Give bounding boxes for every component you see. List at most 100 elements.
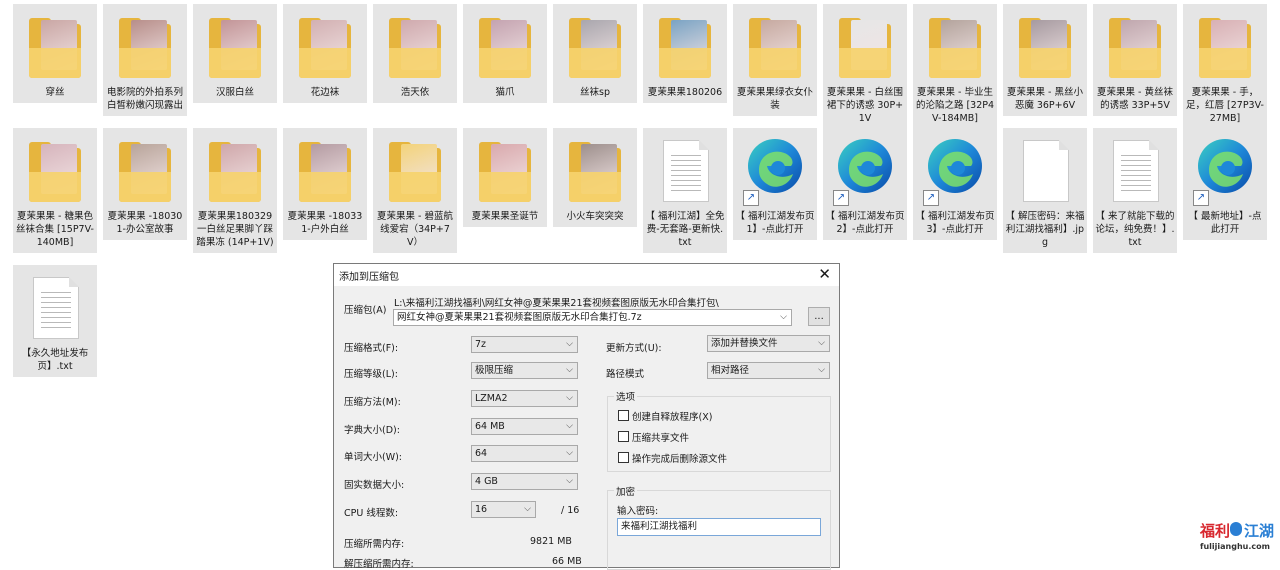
text-file-icon [23,271,87,343]
file-name: 夏茉果果 -180331-户外白丝 [287,211,363,235]
file-name: 夏茉果果180206 [647,87,723,98]
folder-icon [203,10,267,82]
password-input[interactable]: 来福利江湖找福利 [617,518,821,536]
browse-button[interactable]: ... [808,307,830,326]
file-name: 花边袜 [310,87,340,98]
file-item[interactable]: 【 福利江湖】全免费-无套路-更新快.txt [643,128,727,253]
folder-icon [1103,10,1167,82]
file-item[interactable]: ↗ 【 最新地址】-点此打开 [1183,128,1267,240]
folder-icon [833,10,897,82]
file-item[interactable]: 夏茉果果圣诞节 [463,128,547,227]
file-name: 【 福利江湖发布页2】-点此打开 [825,211,905,235]
file-item[interactable]: ↗ 【 福利江湖发布页1】-点此打开 [733,128,817,240]
text-file-icon [653,134,717,206]
file-name: 夏茉果果 - 碧蓝航线爱宕（34P+7V） [377,211,453,248]
setting-label: 单词大小(W): [344,452,403,463]
file-item[interactable]: 夏茉果果 -180331-户外白丝 [283,128,367,240]
file-item[interactable]: 夏茉果果180329一白丝足果脚丫踩踏果冻 (14P+1V) [193,128,277,253]
chevron-down-icon: ⌵ [524,504,531,514]
cpu-total: / 16 [561,505,580,516]
file-name: 丝袜sp [580,87,610,98]
archive-name-field[interactable]: 网红女神@夏茉果果21套视频套图原版无水印合集打包.7z ⌵ [393,309,792,326]
file-item[interactable]: 猫爪 [463,4,547,103]
file-name: 夏茉果果圣诞节 [471,211,539,222]
file-item[interactable]: 夏茉果果180206 [643,4,727,103]
file-item[interactable]: 夏茉果果 - 糖果色丝袜合集 [15P7V-140MB] [13,128,97,253]
shared-files-label: 压缩共享文件 [632,433,690,444]
shared-files-checkbox[interactable]: 压缩共享文件 [618,430,689,444]
add-to-archive-dialog: 添加到压缩包 ✕ 压缩包(A) L:\来福利江湖找福利\网红女神@夏茉果果21套… [333,263,840,570]
folder-icon [293,10,357,82]
dialog-title: 添加到压缩包 [339,272,399,283]
chevron-down-icon: ⌵ [566,421,573,431]
file-item[interactable]: 夏茉果果 - 黄丝袜的诱惑 33P+5V [1093,4,1177,116]
update-mode-select[interactable]: 添加并替换文件 ⌵ [707,335,830,352]
update-mode-value: 添加并替换文件 [711,338,778,349]
file-item[interactable]: 花边袜 [283,4,367,103]
setting-label: 字典大小(D): [344,425,400,436]
cpu-threads-select[interactable]: 16 ⌵ [471,501,536,518]
delete-after-checkbox[interactable]: 操作完成后删除源文件 [618,451,727,465]
file-name: 浩天依 [400,87,430,98]
sfx-checkbox[interactable]: 创建自释放程序(X) [618,409,712,423]
file-item[interactable]: 【 来了就能下载的论坛，纯免费！】.txt [1093,128,1177,253]
folder-icon [1193,10,1257,82]
file-item[interactable]: 小火车突突突 [553,128,637,227]
delete-after-label: 操作完成后删除源文件 [632,454,728,465]
setting-value: 7z [475,339,487,350]
file-name: 【永久地址发布页】.txt [21,348,89,372]
file-item[interactable]: 电影院的外拍系列白皙粉嫩闪现露出 [103,4,187,116]
shortcut-arrow-icon: ↗ [923,190,939,206]
file-item[interactable]: 夏茉果果 - 白丝围裙下的诱惑 30P+1V [823,4,907,129]
file-item[interactable]: ↗ 【 福利江湖发布页3】-点此打开 [913,128,997,240]
edge-shortcut-icon: ↗ [1193,134,1257,206]
file-item[interactable]: 丝袜sp [553,4,637,103]
options-title: 选项 [614,389,638,403]
file-item[interactable]: ↗ 【 福利江湖发布页2】-点此打开 [823,128,907,240]
file-item[interactable]: 汉服白丝 [193,4,277,103]
chevron-down-icon: ⌵ [566,393,573,403]
cpu-threads-label: CPU 线程数: [344,508,399,519]
path-mode-select[interactable]: 相对路径 ⌵ [707,362,830,379]
file-item[interactable]: 夏茉果果 - 毕业生的沦陷之路 [32P4V-184MB] [913,4,997,129]
watermark-logo: 福利 江湖 fulijianghu.com [1198,520,1274,556]
memory-label: 压缩所需内存: [344,539,405,550]
file-item[interactable]: 穿丝 [13,4,97,103]
setting-value: LZMA2 [475,393,508,404]
folder-icon [113,134,177,206]
file-name: 【 最新地址】-点此打开 [1188,211,1262,235]
file-item[interactable]: 夏茉果果 - 碧蓝航线爱宕（34P+7V） [373,128,457,253]
setting-select[interactable]: 64 ⌵ [471,445,578,462]
file-item[interactable]: 夏茉果果 - 黑丝小恶魔 36P+6V [1003,4,1087,116]
file-item[interactable]: 【永久地址发布页】.txt [13,265,97,377]
folder-icon [1013,10,1077,82]
folder-icon [653,10,717,82]
password-label: 输入密码: [617,506,659,517]
file-name: 小火车突突突 [566,211,624,222]
setting-select[interactable]: 极限压缩 ⌵ [471,362,578,379]
close-icon[interactable]: ✕ [818,265,831,283]
checkbox-icon [618,410,629,421]
setting-select[interactable]: 64 MB ⌵ [471,418,578,435]
folder-icon [293,134,357,206]
folder-icon [743,10,807,82]
watermark-brand-2: 江湖 [1244,522,1275,540]
file-name: 猫爪 [495,87,515,98]
file-name: 【 福利江湖】全免费-无套路-更新快.txt [645,211,725,248]
file-item[interactable]: 夏茉果果 -180301-办公室故事 [103,128,187,240]
file-name: 夏茉果果 -180301-办公室故事 [107,211,183,235]
setting-select[interactable]: 7z ⌵ [471,336,578,353]
file-item[interactable]: 【 解压密码：来福利江湖找福利】.jpg [1003,128,1087,253]
file-name: 电影院的外拍系列白皙粉嫩闪现露出 [106,87,183,111]
decompress-memory-label: 解压缩所需内存: [344,559,414,570]
file-item[interactable]: 夏茉果果绿衣女仆装 [733,4,817,116]
file-item[interactable]: 夏茉果果 - 手，足，红唇 [27P3V-27MB] [1183,4,1267,129]
file-item[interactable]: 浩天依 [373,4,457,103]
chevron-down-icon: ⌵ [818,338,825,348]
setting-select[interactable]: LZMA2 ⌵ [471,390,578,407]
mouse-icon [1230,522,1242,536]
setting-select[interactable]: 4 GB ⌵ [471,473,578,490]
folder-icon [473,134,537,206]
shortcut-arrow-icon: ↗ [833,190,849,206]
setting-value: 极限压缩 [475,365,514,376]
